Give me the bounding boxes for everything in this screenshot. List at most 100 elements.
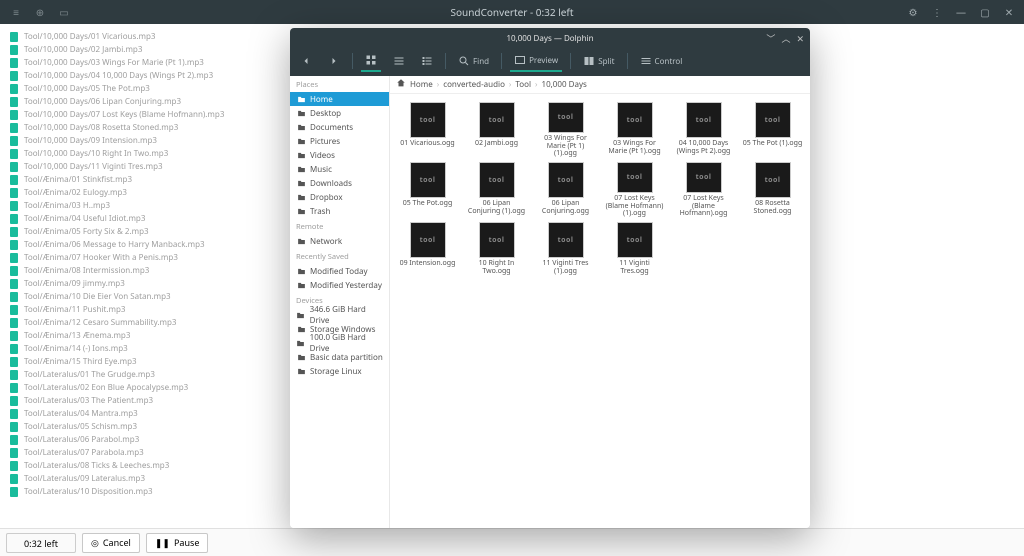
queue-item-label: Tool/10,000 Days/01 Vicarious.mp3 xyxy=(24,31,155,42)
file-item[interactable]: 06 Lipan Conjuring.ogg xyxy=(532,160,599,218)
queue-item-label: Tool/Lateralus/07 Parabola.mp3 xyxy=(24,447,144,458)
file-item[interactable]: 06 Lipan Conjuring (1).ogg xyxy=(463,160,530,218)
progress-indicator xyxy=(10,71,18,81)
maximize-icon[interactable]: ▢ xyxy=(978,5,992,19)
file-item[interactable]: 02 Jambi.ogg xyxy=(463,100,530,158)
file-item[interactable]: 09 Intension.ogg xyxy=(394,220,461,278)
sidebar-item-label: Home xyxy=(310,94,333,105)
sidebar-item-storage-linux[interactable]: Storage Linux xyxy=(290,364,389,378)
file-name-label: 01 Vicarious.ogg xyxy=(400,140,454,148)
sidebar-item-network[interactable]: Network xyxy=(290,234,389,248)
queue-item-label: Tool/10,000 Days/06 Lipan Conjuring.mp3 xyxy=(24,96,181,107)
back-button[interactable] xyxy=(296,51,316,71)
find-button[interactable]: Find xyxy=(454,51,493,71)
minimize-icon[interactable]: — xyxy=(954,5,968,19)
cancel-button[interactable]: ◎Cancel xyxy=(82,533,140,553)
pause-button[interactable]: ❚❚Pause xyxy=(146,533,209,553)
sidebar-item-label: Music xyxy=(310,164,332,175)
downloads-icon xyxy=(296,178,306,188)
app-new-icon[interactable]: ⊕ xyxy=(34,5,46,19)
file-name-label: 10 Right In Two.ogg xyxy=(467,260,527,275)
file-name-label: 06 Lipan Conjuring.ogg xyxy=(536,200,596,215)
file-name-label: 07 Lost Keys (Blame Hofmann) (1).ogg xyxy=(605,195,665,218)
main-window-titlebar: ≡ ⊕ ▭ SoundConverter - 0:32 left ⚙ ⋮ — ▢… xyxy=(0,0,1024,24)
file-item[interactable]: 05 The Pot.ogg xyxy=(394,160,461,218)
progress-indicator xyxy=(10,370,18,380)
album-art-thumbnail xyxy=(548,222,584,258)
file-item[interactable]: 03 Wings For Marie (Pt 1).ogg xyxy=(601,100,668,158)
sidebar-item-pictures[interactable]: Pictures xyxy=(290,134,389,148)
hdd-icon xyxy=(296,310,306,320)
dolphin-minimize-icon[interactable]: ﹀ xyxy=(766,32,775,45)
breadcrumb-segment[interactable]: 10,000 Days xyxy=(542,79,587,90)
file-item[interactable]: 03 Wings For Marie (Pt 1) (1).ogg xyxy=(532,100,599,158)
sidebar-item-home[interactable]: Home xyxy=(290,92,389,106)
dolphin-close-icon[interactable]: ✕ xyxy=(796,32,804,45)
sidebar-item-modified-today[interactable]: Modified Today xyxy=(290,264,389,278)
sidebar-item-dropbox[interactable]: Dropbox xyxy=(290,190,389,204)
queue-item-label: Tool/Ænima/14 (-) Ions.mp3 xyxy=(24,343,128,354)
conversion-footer: 0:32 left ◎Cancel ❚❚Pause xyxy=(0,528,1024,556)
file-item[interactable]: 10 Right In Two.ogg xyxy=(463,220,530,278)
queue-item-label: Tool/Ænima/09 jimmy.mp3 xyxy=(24,278,125,289)
progress-indicator xyxy=(10,162,18,172)
dolphin-maximize-icon[interactable]: ︿ xyxy=(781,32,790,45)
sidebar-item-label: Pictures xyxy=(310,136,340,147)
progress-indicator xyxy=(10,422,18,432)
progress-indicator xyxy=(10,331,18,341)
sidebar-item-346-6-gib-hard-drive[interactable]: 346.6 GiB Hard Drive xyxy=(290,308,389,322)
view-details-button[interactable] xyxy=(417,51,437,71)
preview-button[interactable]: Preview xyxy=(510,50,562,72)
sidebar-item-label: Dropbox xyxy=(310,192,343,203)
forward-button[interactable] xyxy=(324,51,344,71)
progress-indicator xyxy=(10,487,18,497)
progress-indicator xyxy=(10,266,18,276)
queue-item-label: Tool/Ænima/01 Stinkfist.mp3 xyxy=(24,174,132,185)
file-item[interactable]: 01 Vicarious.ogg xyxy=(394,100,461,158)
breadcrumb-segment[interactable]: Tool xyxy=(515,79,531,90)
dolphin-title-text: 10,000 Days — Dolphin xyxy=(506,33,593,44)
control-button[interactable]: Control xyxy=(636,51,687,71)
view-compact-button[interactable] xyxy=(389,51,409,71)
dolphin-titlebar[interactable]: 10,000 Days — Dolphin ﹀ ︿ ✕ xyxy=(290,28,810,48)
file-item[interactable]: 05 The Pot (1).ogg xyxy=(739,100,806,158)
breadcrumb-segment[interactable]: converted-audio xyxy=(443,79,505,90)
file-item[interactable]: 11 Viginti Tres (1).ogg xyxy=(532,220,599,278)
file-item[interactable]: 07 Lost Keys (Blame Hofmann) (1).ogg xyxy=(601,160,668,218)
file-item[interactable]: 07 Lost Keys (Blame Hofmann).ogg xyxy=(670,160,737,218)
sidebar-item-downloads[interactable]: Downloads xyxy=(290,176,389,190)
progress-indicator xyxy=(10,214,18,224)
file-item[interactable]: 04 10,000 Days (Wings Pt 2).ogg xyxy=(670,100,737,158)
file-name-label: 05 The Pot.ogg xyxy=(403,200,453,208)
sidebar-item-100-0-gib-hard-drive[interactable]: 100.0 GiB Hard Drive xyxy=(290,336,389,350)
gear-icon[interactable]: ⚙ xyxy=(906,5,920,19)
sidebar-item-music[interactable]: Music xyxy=(290,162,389,176)
progress-indicator xyxy=(10,32,18,42)
chevron-right-icon: › xyxy=(535,79,537,90)
sidebar-section-header: Recently Saved xyxy=(290,248,389,264)
app-tabs-icon[interactable]: ▭ xyxy=(58,5,70,19)
view-icons-button[interactable] xyxy=(361,50,381,72)
queue-item-label: Tool/Ænima/07 Hooker With a Penis.mp3 xyxy=(24,252,178,263)
app-menu-icon[interactable]: ≡ xyxy=(10,5,22,19)
time-remaining: 0:32 left xyxy=(6,533,76,553)
dolphin-sidebar: PlacesHomeDesktopDocumentsPicturesVideos… xyxy=(290,76,390,528)
pictures-icon xyxy=(296,136,306,146)
queue-item-label: Tool/10,000 Days/05 The Pot.mp3 xyxy=(24,83,150,94)
sidebar-item-documents[interactable]: Documents xyxy=(290,120,389,134)
sidebar-item-modified-yesterday[interactable]: Modified Yesterday xyxy=(290,278,389,292)
file-item[interactable]: 11 Viginti Tres.ogg xyxy=(601,220,668,278)
close-icon[interactable]: ✕ xyxy=(1002,5,1016,19)
sidebar-item-videos[interactable]: Videos xyxy=(290,148,389,162)
network-icon xyxy=(296,236,306,246)
album-art-thumbnail xyxy=(479,222,515,258)
home-icon[interactable] xyxy=(396,78,406,91)
sidebar-item-trash[interactable]: Trash xyxy=(290,204,389,218)
file-item[interactable]: 08 Rosetta Stoned.ogg xyxy=(739,160,806,218)
kebab-icon[interactable]: ⋮ xyxy=(930,5,944,19)
file-grid: 01 Vicarious.ogg02 Jambi.ogg03 Wings For… xyxy=(390,94,810,528)
breadcrumb-segment[interactable]: Home xyxy=(410,79,433,90)
sidebar-item-desktop[interactable]: Desktop xyxy=(290,106,389,120)
sidebar-item-basic-data-partition[interactable]: Basic data partition xyxy=(290,350,389,364)
split-button[interactable]: Split xyxy=(579,51,618,71)
